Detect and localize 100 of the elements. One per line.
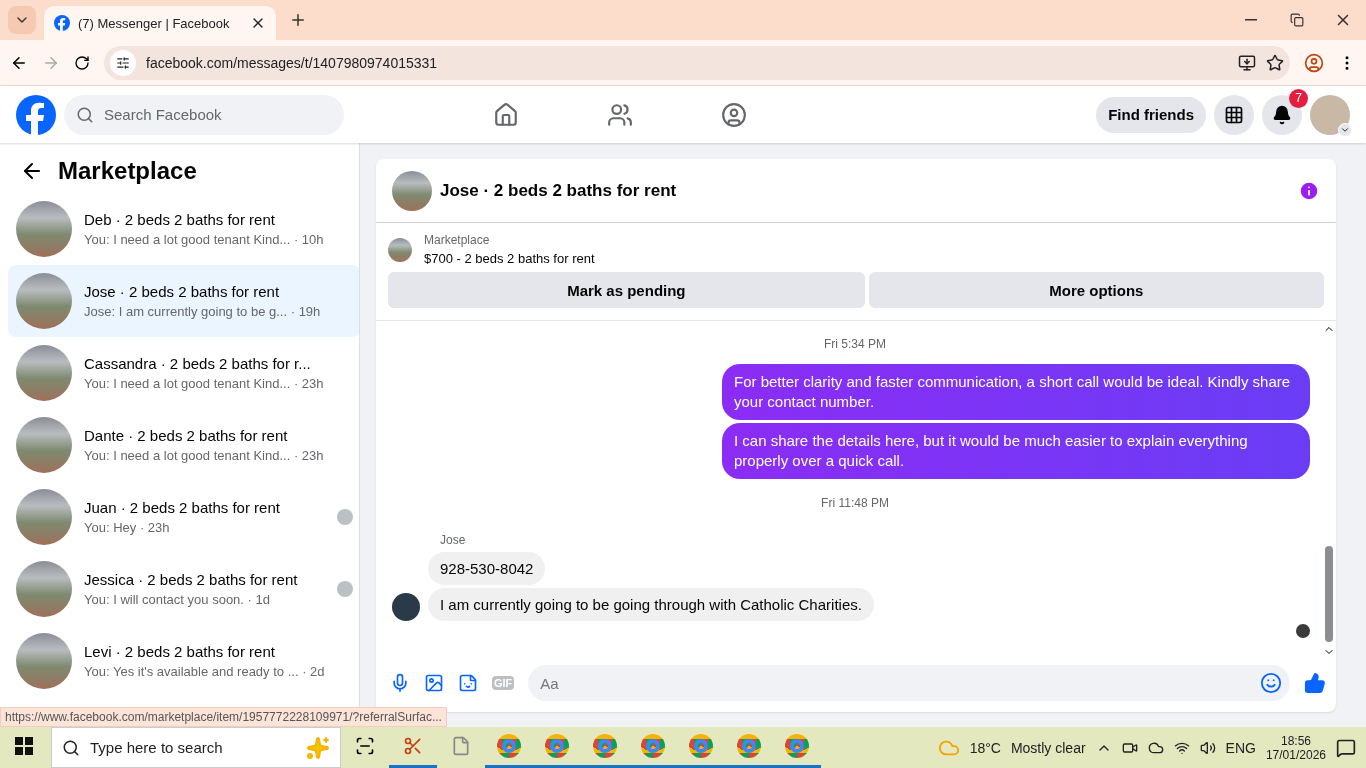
- outgoing-message: I can share the details here, but it would be much easier to explain everything properly over a quick call.: [722, 423, 1310, 479]
- tab-title: (7) Messenger | Facebook: [78, 15, 231, 31]
- browser-icon: [737, 734, 761, 758]
- people-icon: [607, 101, 634, 128]
- windows-logo-icon: [15, 737, 33, 755]
- browser-icon: [689, 734, 713, 758]
- reload-icon[interactable]: [74, 54, 90, 71]
- notification-badge: 7: [1289, 88, 1308, 108]
- browser-icon: [545, 734, 569, 758]
- photo-placeholder: [16, 561, 72, 617]
- temperature: 18°C: [969, 739, 1001, 756]
- bell-icon: [1272, 104, 1292, 125]
- thumbs-up-icon[interactable]: [1304, 672, 1326, 694]
- browser-icon: [785, 734, 809, 758]
- conversation-item[interactable]: Deb · 2 beds 2 baths for rent You: I need a lot good tenant Kind... · 10h: [8, 193, 359, 265]
- grid-icon: [1224, 104, 1244, 125]
- conversation-preview: Jose: I am currently going to be g... · 19h: [84, 304, 322, 319]
- conversation-name: Jose · 2 beds 2 baths for rent: [84, 283, 281, 300]
- search-field[interactable]: Search Facebook: [102, 105, 322, 124]
- browser-icon: [497, 734, 521, 758]
- notifications-button[interactable]: [1262, 94, 1302, 135]
- conversation-name: Cassandra · 2 beds 2 baths for r...: [84, 355, 312, 372]
- conversation-preview: You: I will contact you soon. · 1d: [84, 592, 271, 607]
- conversation-item[interactable]: Cassandra · 2 beds 2 baths for r... You: I need a lot good tenant Kind... · 23h: [8, 337, 359, 409]
- message-timestamp: Fri 5:34 PM: [824, 337, 886, 351]
- search-icon: [62, 738, 80, 757]
- conversation-name: Deb · 2 beds 2 baths for rent: [84, 211, 276, 228]
- menu-grid-button[interactable]: [1214, 94, 1254, 135]
- sticker-icon[interactable]: [458, 673, 478, 693]
- action-button[interactable]: Mark as pending: [388, 272, 865, 308]
- caret-icon: [1338, 122, 1352, 137]
- listing-label: Marketplace: [424, 233, 491, 247]
- scrollbar-thumb[interactable]: [1325, 546, 1333, 642]
- plus-icon: [289, 11, 307, 29]
- conversation-item[interactable]: Levi · 2 beds 2 baths for rent You: Yes it's available and ready to ... · 2d: [8, 625, 359, 697]
- info-icon[interactable]: [1298, 179, 1320, 202]
- volume-icon[interactable]: [1199, 739, 1216, 756]
- conversation-item[interactable]: Dante · 2 beds 2 baths for rent You: I need a lot good tenant Kind... · 23h: [8, 409, 359, 481]
- browser-icon: [593, 734, 617, 758]
- address-bar[interactable]: facebook.com/messages/t/1407980974015331: [104, 45, 1290, 80]
- message-field[interactable]: Aa: [538, 673, 1260, 693]
- action-button[interactable]: More options: [868, 272, 1324, 308]
- conversation-name: Juan · 2 beds 2 baths for rent: [84, 499, 281, 516]
- install-app-icon[interactable]: [1238, 53, 1256, 72]
- site-settings-icon[interactable]: [110, 49, 136, 76]
- conversation-preview: You: I need a lot good tenant Kind... · 23h: [84, 376, 325, 391]
- clock[interactable]: 18:56 17/01/2026: [1265, 733, 1326, 762]
- outgoing-message: For better clarity and faster communication, a short call would be ideal. Kindly share your contact number.: [722, 364, 1310, 420]
- facebook-favicon-icon: [54, 15, 70, 31]
- incoming-message: I am currently going to be going through with Catholic Charities.: [428, 588, 874, 621]
- message-box[interactable]: Aa: [528, 665, 1290, 701]
- photo-placeholder: [16, 417, 72, 473]
- notifications-icon[interactable]: [1336, 737, 1356, 758]
- message-timestamp: Fri 11:48 PM: [821, 496, 889, 510]
- conversation-name: Dante · 2 beds 2 baths for rent: [84, 427, 289, 444]
- listing-title: $700 - 2 beds 2 baths for rent: [424, 251, 595, 266]
- status-url: https://www.facebook.com/marketplace/item/1957772228109971/?referralSurfac...: [0, 707, 447, 727]
- conversation-item[interactable]: Jose · 2 beds 2 baths for rent Jose: I am currently going to be g... · 19h: [8, 265, 359, 337]
- browser-icon: [641, 734, 665, 758]
- photo-placeholder: [16, 273, 72, 329]
- user-circle-icon: [721, 101, 748, 128]
- taskbar-search-field[interactable]: Type here to search: [51, 727, 341, 768]
- read-receipt-avatar: [1296, 624, 1310, 638]
- photo-placeholder: [16, 345, 72, 401]
- sparkle-icon: [306, 735, 330, 760]
- search-box[interactable]: Search Facebook: [64, 94, 344, 135]
- home-icon: [493, 101, 520, 128]
- minimize-icon: [1245, 19, 1257, 21]
- weather-text: Mostly clear: [1010, 739, 1086, 756]
- restore-icon: [1290, 13, 1304, 27]
- photo-placeholder: [16, 489, 72, 545]
- conversation-item[interactable]: Juan · 2 beds 2 baths for rent You: Hey · 23h: [8, 481, 359, 553]
- image-icon[interactable]: [424, 673, 444, 693]
- sender-avatar: [392, 593, 420, 621]
- scissors-icon: [403, 736, 423, 756]
- profile-icon[interactable]: [1304, 52, 1324, 73]
- conversation-name: Jessica · 2 beds 2 baths for rent: [84, 571, 299, 588]
- photo-placeholder: [392, 170, 432, 211]
- conversation-preview: You: Hey · 23h: [84, 520, 171, 535]
- photo-placeholder: [16, 201, 72, 257]
- microphone-icon[interactable]: [390, 673, 410, 693]
- conversation-name: Levi · 2 beds 2 baths for rent: [84, 643, 276, 660]
- file-icon: [451, 736, 471, 756]
- bookmark-star-icon[interactable]: [1266, 53, 1284, 72]
- task-view-icon: [355, 736, 375, 756]
- chat-title: Jose · 2 beds 2 baths for rent: [440, 180, 678, 201]
- sender-name: Jose: [440, 533, 467, 547]
- emoji-icon[interactable]: [1260, 672, 1282, 694]
- conversation-preview: You: Yes it's available and ready to ... · 2d: [84, 664, 325, 679]
- photo-placeholder: [388, 237, 412, 262]
- conversation-preview: You: I need a lot good tenant Kind... · 23h: [84, 448, 325, 463]
- language-indicator[interactable]: ENG: [1225, 739, 1256, 756]
- find-friends-button[interactable]: Find friends: [1096, 96, 1206, 133]
- facebook-logo[interactable]: [16, 94, 56, 135]
- conversation-item[interactable]: Jessica · 2 beds 2 baths for rent You: I will contact you soon. · 1d: [8, 553, 359, 625]
- incoming-message: 928-530-8042: [428, 552, 546, 585]
- photo-placeholder: [16, 633, 72, 689]
- search-icon: [76, 105, 94, 124]
- tab-list-button[interactable]: [8, 6, 36, 34]
- browser-tab[interactable]: (7) Messenger | Facebook: [44, 6, 276, 40]
